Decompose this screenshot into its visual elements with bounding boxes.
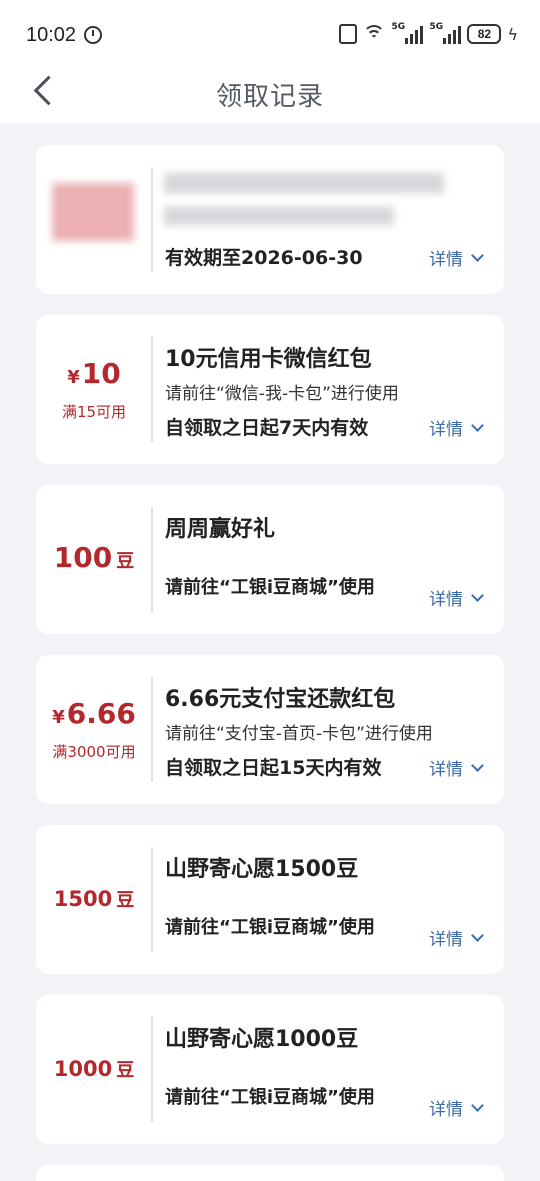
- details-toggle[interactable]: 详情: [429, 1095, 484, 1120]
- details-toggle[interactable]: 详情: [429, 925, 484, 950]
- card-usage: 请前往“工银i豆商城”使用: [165, 917, 375, 938]
- card-divider: [151, 677, 153, 782]
- card-amount: 1500 豆: [54, 882, 134, 918]
- details-label: 详情: [429, 930, 463, 950]
- card-title: 山野寄心愿1000豆: [165, 1027, 359, 1052]
- record-card[interactable]: ¥10 满15可用 10元信用卡微信红包 请前往“微信-我-卡包”进行使用 自领…: [36, 315, 504, 464]
- record-card[interactable]: [36, 1165, 504, 1181]
- record-card[interactable]: 有效期至2026-06-30 详情: [36, 145, 504, 294]
- amount-value: 6.66: [66, 697, 136, 730]
- card-amount-area: ¥10 满15可用: [36, 315, 152, 464]
- chevron-down-icon: [471, 928, 484, 942]
- details-label: 详情: [429, 250, 463, 270]
- details-label: 详情: [429, 590, 463, 610]
- amount-value: 100: [53, 540, 113, 574]
- chevron-down-icon: [471, 588, 484, 602]
- unit-label: 豆: [116, 1059, 135, 1081]
- details-toggle[interactable]: 详情: [429, 755, 484, 780]
- record-card[interactable]: 1500 豆 山野寄心愿1500豆 请前往“工银i豆商城”使用 详情: [36, 825, 504, 974]
- signal-label: 5G: [391, 22, 406, 32]
- card-amount-area: 1000 豆: [36, 995, 152, 1144]
- card-usage: 请前往“工银i豆商城”使用: [165, 1087, 375, 1108]
- signal-label-2: 5G: [429, 22, 444, 32]
- card-amount-area: ¥6.66 满3000可用: [36, 655, 152, 804]
- card-divider: [151, 167, 153, 272]
- record-card[interactable]: ¥6.66 满3000可用 6.66元支付宝还款红包 请前往“支付宝-首页-卡包…: [36, 655, 504, 804]
- card-divider: [151, 847, 153, 952]
- chevron-down-icon: [471, 758, 484, 772]
- card-title: 周周赢好礼: [165, 517, 276, 542]
- chevron-down-icon: [471, 1098, 484, 1112]
- signal-icon-2: 5G: [429, 22, 462, 44]
- title-bar: 领取记录: [0, 70, 540, 123]
- card-validity: 自领取之日起15天内有效: [165, 757, 382, 779]
- card-amount: 1000 豆: [54, 1052, 134, 1088]
- details-label: 详情: [429, 1100, 463, 1120]
- records-list: 有效期至2026-06-30 详情 ¥10 满15可用 10元信用卡微信红包 请…: [36, 145, 504, 1181]
- card-description: 请前往“支付宝-首页-卡包”进行使用: [165, 724, 433, 744]
- record-card[interactable]: 100 豆 周周赢好礼 请前往“工银i豆商城”使用 详情: [36, 485, 504, 634]
- amount-value: 1000: [53, 1056, 113, 1081]
- chevron-down-icon: [471, 248, 484, 262]
- card-title: 10元信用卡微信红包: [165, 347, 372, 372]
- card-divider: [151, 337, 153, 442]
- chevron-down-icon: [471, 418, 484, 432]
- page-title: 领取记录: [215, 82, 324, 112]
- card-amount: ¥6.66: [52, 697, 136, 735]
- card-validity: 自领取之日起7天内有效: [165, 417, 369, 439]
- alarm-icon: [84, 26, 102, 44]
- charging-icon: ϟ: [507, 24, 518, 44]
- signal-icon: 5G: [391, 22, 424, 44]
- card-amount: ¥10: [67, 357, 121, 395]
- card-description: 请前往“微信-我-卡包”进行使用: [165, 384, 399, 404]
- card-divider: [151, 1017, 153, 1122]
- details-toggle[interactable]: 详情: [429, 245, 484, 270]
- card-amount: 100 豆: [54, 541, 134, 579]
- card-amount-area: [36, 145, 152, 294]
- amount-value: 10: [81, 357, 121, 390]
- card-amount-area: 1500 豆: [36, 825, 152, 974]
- vibrate-icon: [339, 24, 358, 44]
- currency-symbol: ¥: [67, 367, 80, 388]
- status-icons: 5G 5G 82 ϟ: [339, 22, 518, 44]
- battery-icon: 82: [467, 24, 502, 44]
- card-title: 6.66元支付宝还款红包: [165, 687, 396, 712]
- details-label: 详情: [429, 760, 463, 780]
- wifi-icon: [363, 25, 386, 43]
- card-condition: 满3000可用: [52, 743, 136, 761]
- card-title: 山野寄心愿1500豆: [165, 857, 359, 882]
- card-usage: 请前往“工银i豆商城”使用: [165, 577, 375, 598]
- card-condition: 满15可用: [61, 403, 127, 421]
- currency-symbol: ¥: [52, 707, 65, 728]
- unit-label: 豆: [116, 889, 135, 911]
- unit-label: 豆: [116, 550, 135, 572]
- record-card[interactable]: 1000 豆 山野寄心愿1000豆 请前往“工银i豆商城”使用 详情: [36, 995, 504, 1144]
- card-divider: [151, 507, 153, 612]
- card-amount-area: 100 豆: [36, 485, 152, 634]
- details-label: 详情: [429, 420, 463, 440]
- details-toggle[interactable]: 详情: [429, 415, 484, 440]
- details-toggle[interactable]: 详情: [429, 585, 484, 610]
- amount-value: 1500: [53, 886, 113, 911]
- status-time: 10:02: [26, 24, 77, 46]
- card-validity: 有效期至2026-06-30: [165, 247, 363, 269]
- status-bar: 10:02 5G 5G 82 ϟ: [0, 0, 540, 70]
